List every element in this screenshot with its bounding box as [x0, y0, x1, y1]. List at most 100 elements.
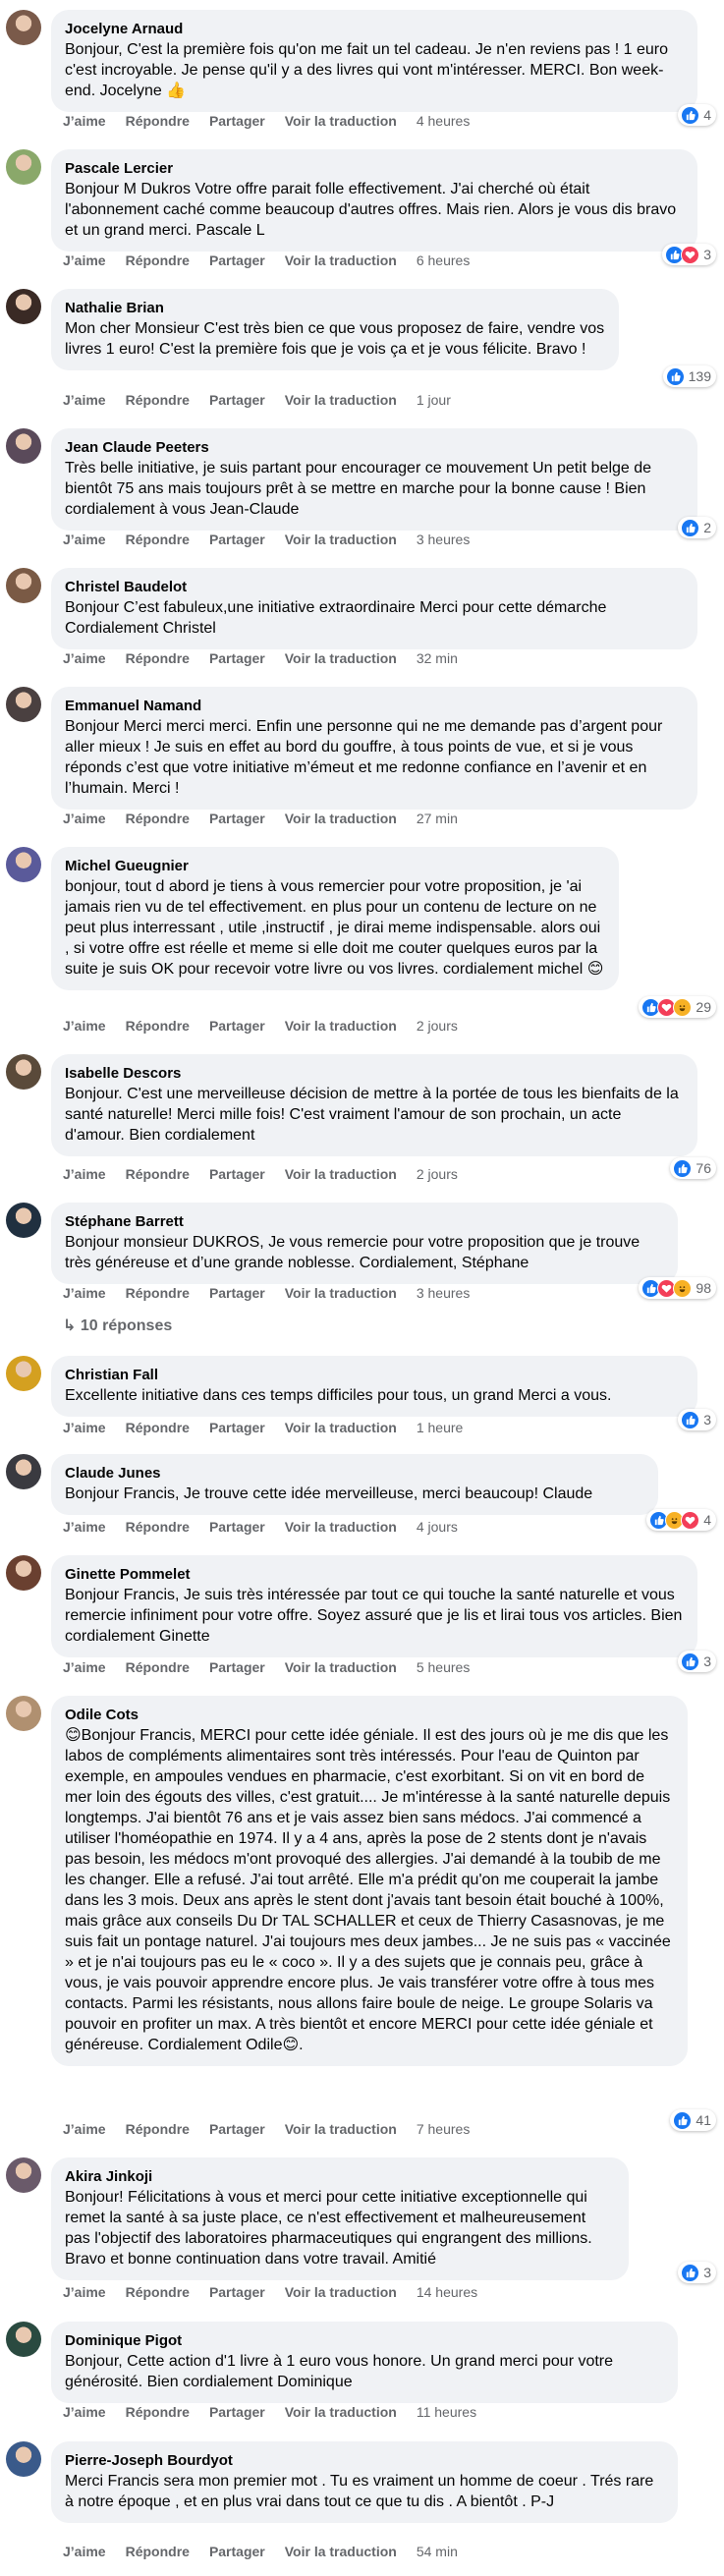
share-link[interactable]: Partager	[209, 392, 265, 408]
avatar[interactable]	[6, 1555, 41, 1591]
commenter-name[interactable]: Christian Fall	[65, 1366, 684, 1385]
comment-timestamp[interactable]: 2 jours	[417, 1018, 458, 1034]
commenter-name[interactable]: Claude Junes	[65, 1464, 644, 1484]
share-link[interactable]: Partager	[209, 811, 265, 826]
share-link[interactable]: Partager	[209, 532, 265, 547]
reply-link[interactable]: Répondre	[126, 2544, 190, 2559]
share-link[interactable]: Partager	[209, 2544, 265, 2559]
reply-link[interactable]: Répondre	[126, 2404, 190, 2420]
reaction-summary[interactable]: 29	[639, 996, 716, 1018]
share-link[interactable]: Partager	[209, 2404, 265, 2420]
comment-timestamp[interactable]: 32 min	[417, 650, 458, 666]
translate-link[interactable]: Voir la traduction	[285, 1285, 397, 1301]
like-link[interactable]: J’aime	[63, 113, 106, 129]
avatar[interactable]	[6, 289, 41, 324]
commenter-name[interactable]: Odile Cots	[65, 1706, 674, 1725]
avatar[interactable]	[6, 1696, 41, 1731]
reaction-summary[interactable]: 4	[646, 1509, 716, 1531]
comment-timestamp[interactable]: 5 heures	[417, 1659, 470, 1675]
avatar[interactable]	[6, 1054, 41, 1090]
comment-timestamp[interactable]: 3 heures	[417, 1285, 470, 1301]
share-link[interactable]: Partager	[209, 252, 265, 268]
comment-timestamp[interactable]: 6 heures	[417, 252, 470, 268]
comment-timestamp[interactable]: 2 jours	[417, 1166, 458, 1182]
reaction-summary[interactable]: 76	[670, 1157, 716, 1179]
avatar[interactable]	[6, 428, 41, 464]
like-link[interactable]: J’aime	[63, 1659, 106, 1675]
translate-link[interactable]: Voir la traduction	[285, 1420, 397, 1435]
like-link[interactable]: J’aime	[63, 252, 106, 268]
reaction-summary[interactable]: 3	[678, 1651, 716, 1672]
commenter-name[interactable]: Dominique Pigot	[65, 2331, 664, 2351]
like-link[interactable]: J’aime	[63, 1420, 106, 1435]
avatar[interactable]	[6, 847, 41, 882]
reaction-summary[interactable]: 3	[678, 1409, 716, 1430]
share-link[interactable]: Partager	[209, 1519, 265, 1535]
reaction-summary[interactable]: 2	[678, 517, 716, 538]
commenter-name[interactable]: Christel Baudelot	[65, 578, 684, 597]
commenter-name[interactable]: Pascale Lercier	[65, 159, 684, 179]
share-link[interactable]: Partager	[209, 2121, 265, 2137]
comment-timestamp[interactable]: 11 heures	[417, 2404, 476, 2420]
like-link[interactable]: J’aime	[63, 392, 106, 408]
reply-link[interactable]: Répondre	[126, 2284, 190, 2300]
like-link[interactable]: J’aime	[63, 2404, 106, 2420]
avatar[interactable]	[6, 10, 41, 45]
share-link[interactable]: Partager	[209, 1018, 265, 1034]
share-link[interactable]: Partager	[209, 1166, 265, 1182]
translate-link[interactable]: Voir la traduction	[285, 2121, 397, 2137]
reaction-summary[interactable]: 98	[639, 1277, 716, 1299]
reply-link[interactable]: Répondre	[126, 1166, 190, 1182]
like-link[interactable]: J’aime	[63, 2121, 106, 2137]
avatar[interactable]	[6, 568, 41, 603]
reply-link[interactable]: Répondre	[126, 811, 190, 826]
comment-timestamp[interactable]: 4 heures	[417, 113, 470, 129]
commenter-name[interactable]: Nathalie Brian	[65, 299, 605, 318]
share-link[interactable]: Partager	[209, 2284, 265, 2300]
reaction-summary[interactable]: 3	[662, 244, 716, 265]
view-replies-link[interactable]: ↳ 10 réponses	[63, 1316, 172, 1335]
avatar[interactable]	[6, 1454, 41, 1489]
translate-link[interactable]: Voir la traduction	[285, 392, 397, 408]
translate-link[interactable]: Voir la traduction	[285, 1018, 397, 1034]
like-link[interactable]: J’aime	[63, 1519, 106, 1535]
translate-link[interactable]: Voir la traduction	[285, 811, 397, 826]
reply-link[interactable]: Répondre	[126, 113, 190, 129]
translate-link[interactable]: Voir la traduction	[285, 1519, 397, 1535]
translate-link[interactable]: Voir la traduction	[285, 650, 397, 666]
translate-link[interactable]: Voir la traduction	[285, 113, 397, 129]
share-link[interactable]: Partager	[209, 1420, 265, 1435]
reaction-summary[interactable]: 139	[662, 365, 716, 387]
translate-link[interactable]: Voir la traduction	[285, 2404, 397, 2420]
comment-timestamp[interactable]: 14 heures	[417, 2284, 477, 2300]
commenter-name[interactable]: Pierre-Joseph Bourdyot	[65, 2451, 664, 2471]
commenter-name[interactable]: Isabelle Descors	[65, 1064, 684, 1084]
reply-link[interactable]: Répondre	[126, 392, 190, 408]
translate-link[interactable]: Voir la traduction	[285, 2284, 397, 2300]
like-link[interactable]: J’aime	[63, 2544, 106, 2559]
share-link[interactable]: Partager	[209, 650, 265, 666]
avatar[interactable]	[6, 687, 41, 722]
like-link[interactable]: J’aime	[63, 1166, 106, 1182]
share-link[interactable]: Partager	[209, 113, 265, 129]
commenter-name[interactable]: Stéphane Barrett	[65, 1212, 664, 1232]
commenter-name[interactable]: Jean Claude Peeters	[65, 438, 684, 458]
like-link[interactable]: J’aime	[63, 1018, 106, 1034]
like-link[interactable]: J’aime	[63, 650, 106, 666]
reply-link[interactable]: Répondre	[126, 1285, 190, 1301]
reply-link[interactable]: Répondre	[126, 650, 190, 666]
reply-link[interactable]: Répondre	[126, 252, 190, 268]
avatar[interactable]	[6, 2441, 41, 2477]
reaction-summary[interactable]: 3	[678, 2262, 716, 2283]
reply-link[interactable]: Répondre	[126, 1018, 190, 1034]
avatar[interactable]	[6, 2322, 41, 2357]
like-link[interactable]: J’aime	[63, 811, 106, 826]
comment-timestamp[interactable]: 1 jour	[417, 392, 451, 408]
like-link[interactable]: J’aime	[63, 1285, 106, 1301]
comment-timestamp[interactable]: 54 min	[417, 2544, 458, 2559]
comment-timestamp[interactable]: 3 heures	[417, 532, 470, 547]
comment-timestamp[interactable]: 1 heure	[417, 1420, 463, 1435]
comment-timestamp[interactable]: 4 jours	[417, 1519, 458, 1535]
commenter-name[interactable]: Jocelyne Arnaud	[65, 20, 684, 39]
reply-link[interactable]: Répondre	[126, 532, 190, 547]
